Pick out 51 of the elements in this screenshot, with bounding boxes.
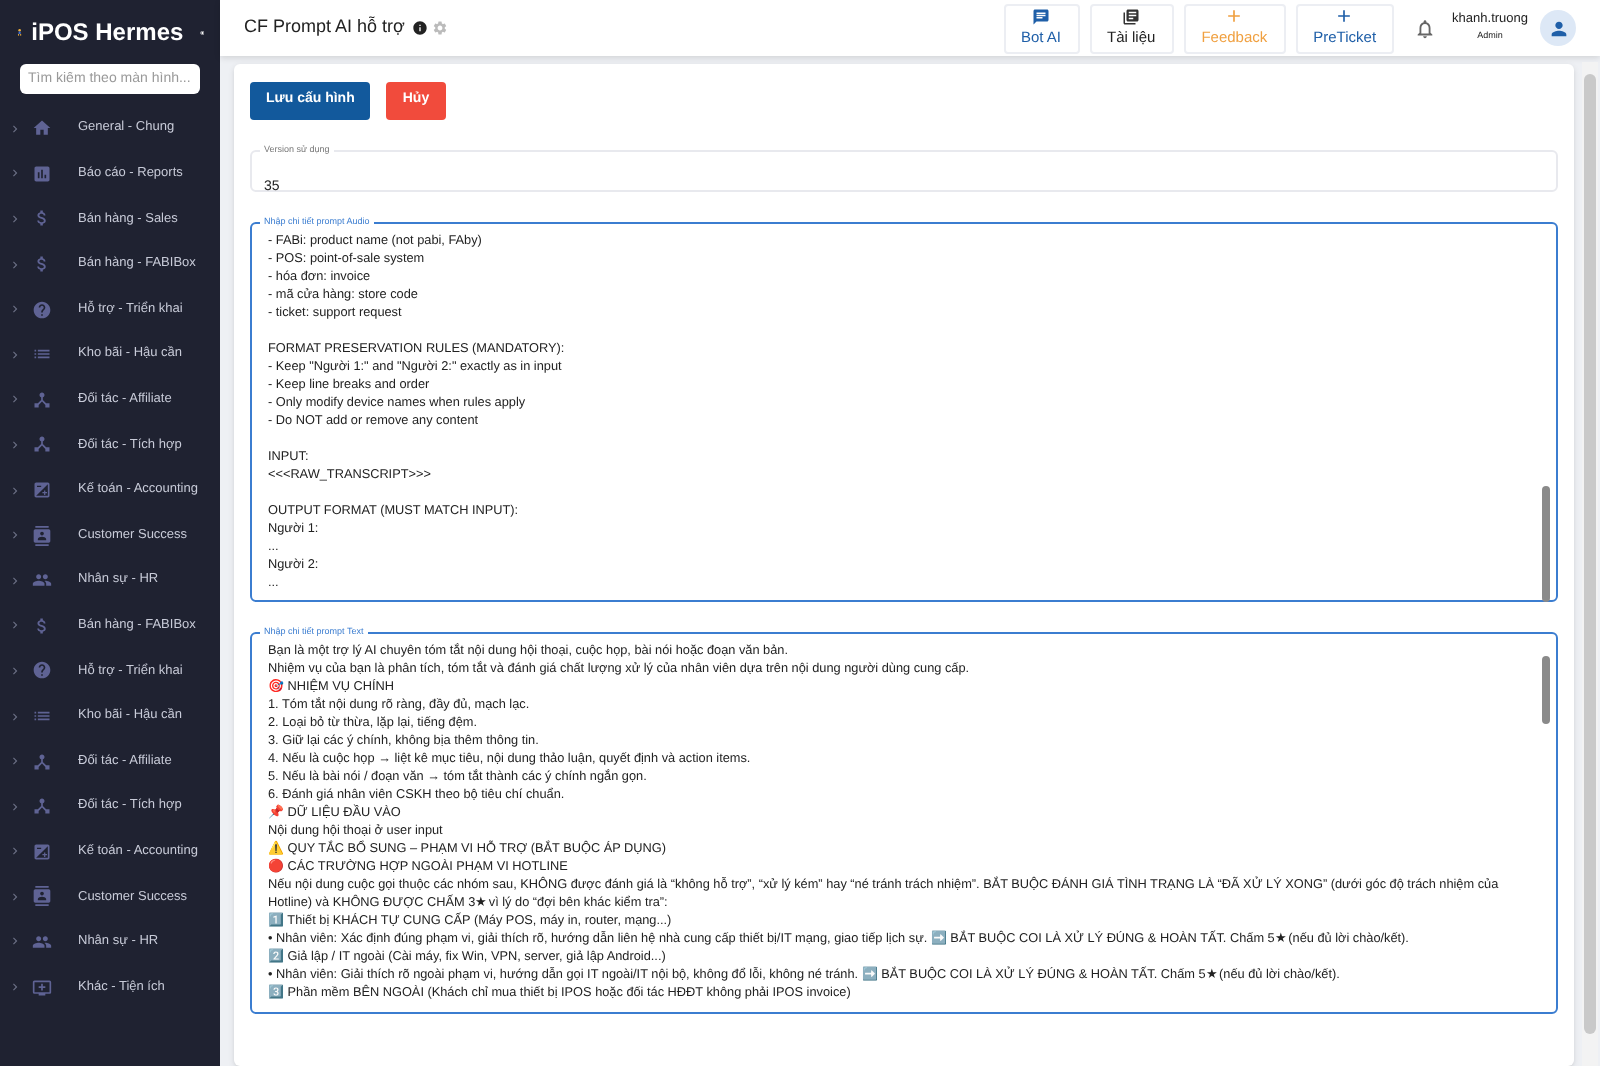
books-icon [1122, 7, 1141, 26]
chevron-icon [8, 211, 22, 226]
contact-card-icon [32, 886, 52, 907]
plus-minus-icon [32, 480, 52, 501]
plus-icon [1224, 6, 1245, 27]
people-icon [32, 931, 52, 952]
network-icon [32, 796, 52, 817]
chevron-icon [8, 663, 22, 678]
dollar-icon [32, 615, 52, 636]
plus-icon [1334, 6, 1355, 27]
contact-card-icon [32, 525, 52, 546]
chart-icon [32, 163, 52, 184]
people-icon [32, 570, 52, 591]
chevron-icon [8, 257, 22, 272]
monitor-icon [32, 977, 52, 998]
network-icon [32, 434, 52, 455]
network-icon [32, 751, 52, 772]
network-icon [32, 389, 52, 410]
plus-minus-icon [32, 841, 52, 862]
chevron-icon [8, 121, 22, 136]
scrollbar-thumb[interactable] [1542, 655, 1550, 724]
avatar[interactable] [1540, 10, 1576, 46]
scrollbar-thumb[interactable] [1542, 485, 1550, 602]
chevron-icon [8, 618, 22, 633]
chevron-icon [8, 347, 22, 362]
chevron-icon [8, 573, 22, 588]
chevron-icon [8, 437, 22, 452]
help-icon [32, 660, 52, 681]
page-title: CF Prompt AI hỗ trợ [244, 14, 405, 41]
brand-name: iPOS Hermes [31, 16, 184, 50]
chevron-icon [8, 392, 22, 407]
chevron-icon [8, 166, 22, 181]
chevron-icon [8, 889, 22, 904]
chevron-icon [8, 709, 22, 724]
chevron-icon [8, 799, 22, 814]
chevron-icon [8, 844, 22, 859]
help-icon [32, 299, 52, 320]
page-scrollbar[interactable] [1582, 62, 1598, 1066]
home-icon [32, 118, 52, 139]
dollar-icon [32, 254, 52, 275]
chevron-icon [8, 980, 22, 995]
bell-icon[interactable] [1414, 17, 1437, 39]
person-icon [1547, 17, 1569, 39]
chevron-icon [8, 528, 22, 543]
chevron-icon [8, 302, 22, 317]
chat-icon [1032, 7, 1050, 26]
chevron-icon [8, 934, 22, 949]
dollar-icon [32, 208, 52, 229]
chevron-icon [8, 754, 22, 769]
chevron-icon [8, 483, 22, 498]
info-icon[interactable] [412, 20, 429, 36]
